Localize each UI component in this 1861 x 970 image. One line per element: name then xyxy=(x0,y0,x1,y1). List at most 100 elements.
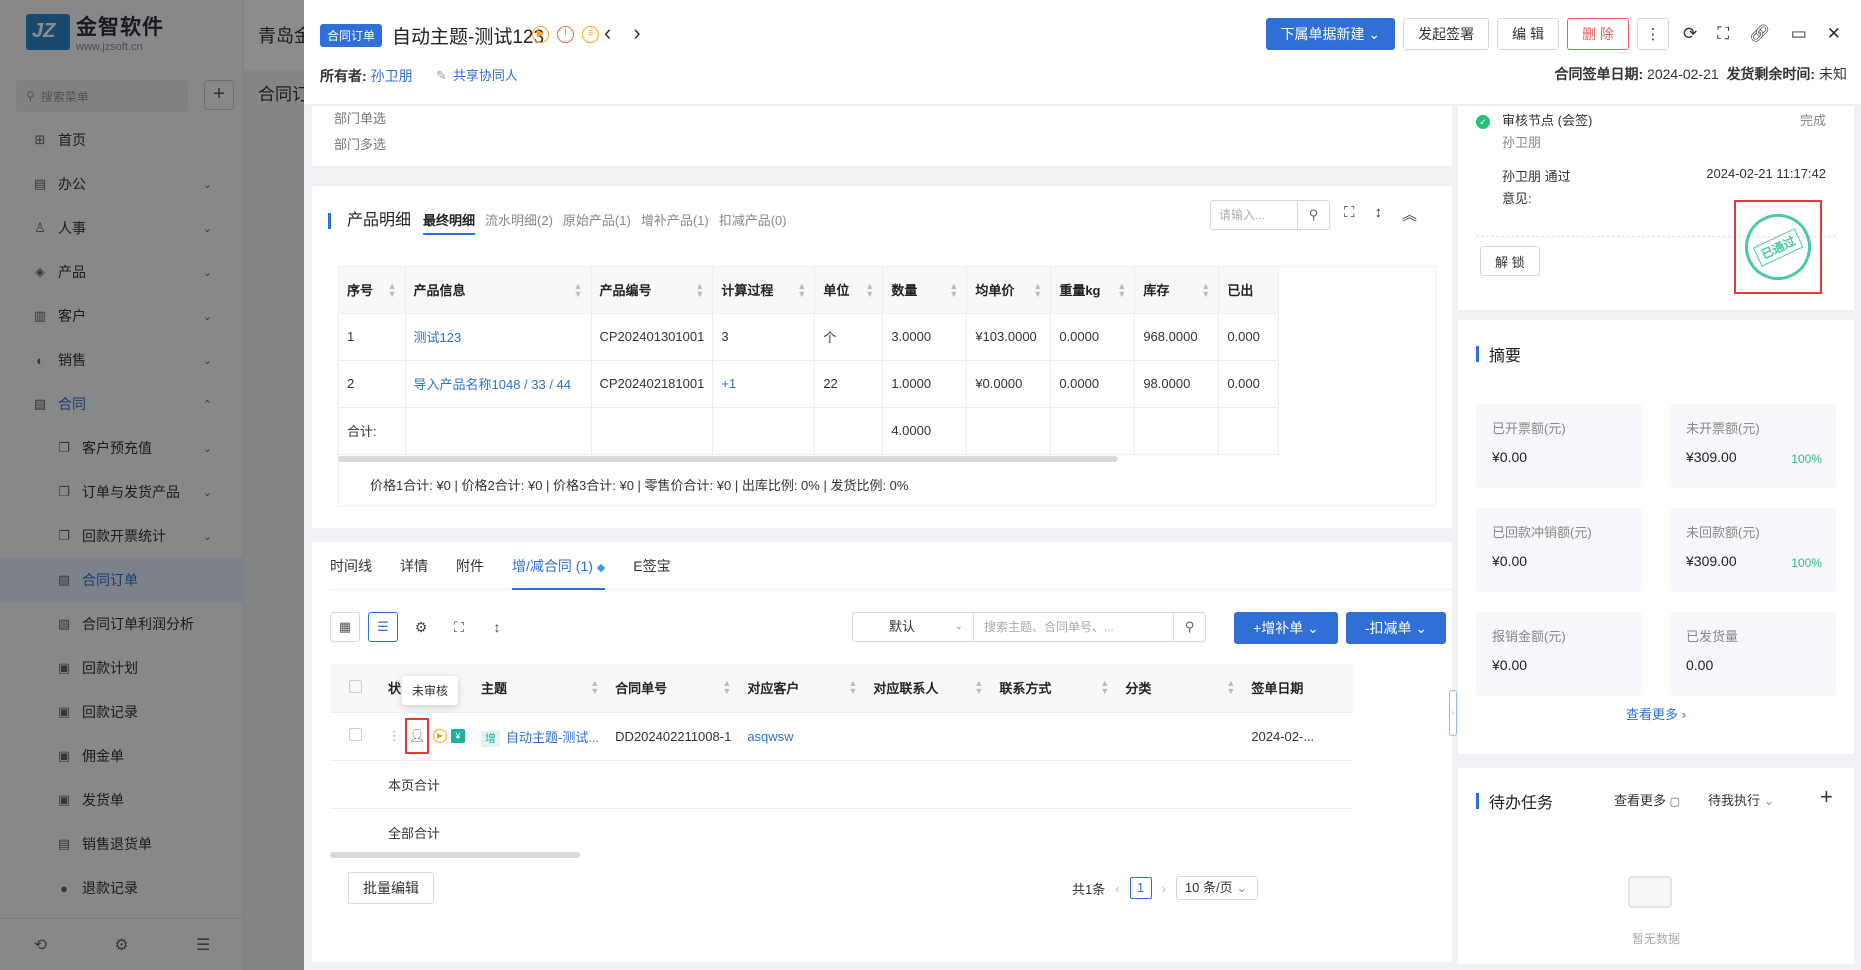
column-header[interactable]: 签单日期 xyxy=(1243,664,1354,713)
tab-original-products[interactable]: 原始产品(1) xyxy=(563,210,631,229)
prev-record-icon[interactable]: ‹ xyxy=(604,20,611,46)
column-header[interactable]: 产品编号 ▲ ▼ xyxy=(591,267,714,314)
settings-icon[interactable]: ⚙ xyxy=(406,619,436,636)
horizontal-scrollbar[interactable] xyxy=(330,852,580,858)
sort-icon[interactable]: ▲ ▼ xyxy=(590,679,599,696)
column-header[interactable]: 均单价 ▲ ▼ xyxy=(966,267,1052,314)
fullscreen-icon[interactable]: ⛶ xyxy=(1711,18,1736,50)
column-header[interactable]: 分类 ▲ ▼ xyxy=(1117,664,1244,713)
summary-more-link[interactable]: 查看更多 › xyxy=(1458,704,1854,723)
prev-page-icon[interactable]: ‹ xyxy=(1115,881,1119,896)
add-deduction-button[interactable]: -扣减单 ⌄ xyxy=(1346,612,1446,644)
column-header[interactable]: 主题 ▲ ▼ xyxy=(473,664,608,713)
row-height-icon[interactable]: ↕ xyxy=(482,619,512,635)
search-icon[interactable]: ⚲ xyxy=(1174,612,1206,642)
tab-esign[interactable]: E签宝 xyxy=(633,542,670,590)
contract-search-input[interactable]: 搜索主题、合同单号、... xyxy=(974,612,1174,642)
customer-link[interactable]: asqwsw xyxy=(739,712,866,761)
fullscreen-icon[interactable]: ⛶ xyxy=(1344,204,1355,225)
column-header[interactable]: 对应联系人 ▲ ▼ xyxy=(865,664,992,713)
table-row[interactable]: 2 导入产品名称1048 / 33 / 44 CP202402181001 +1… xyxy=(339,360,1280,408)
subject-link[interactable]: 自动主题-测试... xyxy=(506,730,599,745)
edit-button[interactable]: 编 辑 xyxy=(1497,18,1560,50)
column-header[interactable]: 单位 ▲ ▼ xyxy=(814,267,884,314)
sort-icon[interactable]: ▲ ▼ xyxy=(974,679,983,696)
pending-review-icon[interactable]: 👤︎ xyxy=(405,718,429,754)
column-header[interactable]: 产品信息 ▲ ▼ xyxy=(405,267,592,314)
todo-filter-select[interactable]: 待我执行 ⌄ xyxy=(1708,790,1775,809)
list-view-icon[interactable]: ☰ xyxy=(368,612,398,642)
table-row[interactable]: ⋮ 👤︎ ▶ ¥ 增自动主题-测试... DD202402211008-1 as… xyxy=(330,712,1354,761)
monitor-icon[interactable]: ▭ xyxy=(1784,18,1813,50)
calc-process-link[interactable]: +1 xyxy=(712,360,816,408)
table-row[interactable]: 1 测试123 CP202401301001 3 个 3.0000 ¥103.0… xyxy=(339,313,1280,361)
owner-link[interactable]: 孙卫朋 xyxy=(371,68,413,84)
add-todo-icon[interactable]: + xyxy=(1820,784,1833,810)
row-checkbox[interactable] xyxy=(330,712,380,761)
sort-icon[interactable]: ▲ ▼ xyxy=(1201,282,1210,299)
tab-flow-detail[interactable]: 流水明细(2) xyxy=(485,210,553,229)
sort-icon[interactable]: ▲ ▼ xyxy=(865,282,874,299)
column-header[interactable]: 对应客户 ▲ ▼ xyxy=(739,664,866,713)
delete-button[interactable]: 删 除 xyxy=(1567,18,1629,50)
sort-icon[interactable]: ▲ ▼ xyxy=(848,679,857,696)
next-page-icon[interactable]: › xyxy=(1162,881,1166,896)
tab-added-products[interactable]: 增补产品(1) xyxy=(641,210,709,229)
card-view-icon[interactable]: ▦ xyxy=(330,612,360,642)
column-header[interactable]: 数量 ▲ ▼ xyxy=(882,267,968,314)
column-header[interactable]: 已出 xyxy=(1218,267,1280,314)
page-size-select[interactable]: 10 条/页 ⌄ xyxy=(1175,876,1258,900)
column-header[interactable]: 计算过程 ▲ ▼ xyxy=(712,267,816,314)
fullscreen-icon[interactable]: ⛶ xyxy=(444,619,474,636)
tab-attachments[interactable]: 附件 xyxy=(456,542,484,590)
horizontal-scrollbar[interactable] xyxy=(338,456,1118,462)
start-sign-button[interactable]: 发起签署 xyxy=(1403,18,1490,50)
sort-icon[interactable]: ▲ ▼ xyxy=(949,282,958,299)
sort-icon[interactable]: ▲ ▼ xyxy=(1226,679,1235,696)
add-supplement-button[interactable]: +增补单 ⌄ xyxy=(1234,612,1338,644)
product-search-input[interactable]: 请输入... xyxy=(1210,200,1298,230)
sort-icon[interactable]: ▲ ▼ xyxy=(574,282,583,299)
summary-card: 摘要 已开票额(元) ¥0.00 未开票额(元) ¥309.00 100% 已回款冲销… xyxy=(1458,320,1854,754)
column-header[interactable]: 库存 ▲ ▼ xyxy=(1134,267,1220,314)
sort-icon[interactable]: ▲ ▼ xyxy=(1100,679,1109,696)
cell xyxy=(1117,712,1244,761)
next-record-icon[interactable]: › xyxy=(633,20,640,46)
tab-final-detail[interactable]: 最终明细 xyxy=(423,210,476,235)
sort-icon[interactable]: ▲ ▼ xyxy=(695,282,704,299)
sort-icon[interactable]: ▲ ▼ xyxy=(388,282,397,299)
tab-amend-contracts[interactable]: 增/减合同 (1) ◆ xyxy=(512,542,606,590)
approval-node: ✓ 审核节点 (会签) xyxy=(1476,110,1592,129)
search-icon[interactable]: ⚲ xyxy=(1298,200,1330,230)
refresh-icon[interactable]: ⟳ xyxy=(1676,18,1704,50)
drag-handle-icon[interactable]: ⋮ xyxy=(388,728,401,744)
select-all-checkbox[interactable] xyxy=(330,664,380,713)
sort-icon[interactable]: ▲ ▼ xyxy=(1117,282,1126,299)
column-header[interactable]: 重量kg ▲ ▼ xyxy=(1050,267,1136,314)
tab-timeline[interactable]: 时间线 xyxy=(330,542,372,590)
collapse-up-icon[interactable]: ︽ xyxy=(1402,204,1417,225)
tab-details[interactable]: 详情 xyxy=(400,542,428,590)
row-height-icon[interactable]: ↕ xyxy=(1375,204,1383,225)
close-icon[interactable]: ✕ xyxy=(1820,18,1847,50)
tab-deducted-products[interactable]: 扣减产品(0) xyxy=(719,210,787,229)
sort-icon[interactable]: ▲ ▼ xyxy=(1033,282,1042,299)
share-collaborators-link[interactable]: ✎ 共享协同人 xyxy=(436,65,518,84)
column-header[interactable]: 合同单号 ▲ ▼ xyxy=(607,664,740,713)
subject-cell[interactable]: 增自动主题-测试... xyxy=(473,712,608,761)
product-link[interactable]: 测试123 xyxy=(405,313,592,361)
unlock-button[interactable]: 解 锁 xyxy=(1480,246,1540,276)
sort-icon[interactable]: ▲ ▼ xyxy=(722,679,731,696)
column-header[interactable]: 联系方式 ▲ ▼ xyxy=(991,664,1118,713)
new-child-doc-button[interactable]: 下属单据新建 ⌄ xyxy=(1265,18,1396,50)
column-header[interactable]: 序号 ▲ ▼ xyxy=(339,267,406,314)
batch-edit-button[interactable]: 批量编辑 xyxy=(348,872,434,904)
page-number[interactable]: 1 xyxy=(1129,877,1152,899)
sort-icon[interactable]: ▲ ▼ xyxy=(797,282,806,299)
view-select[interactable]: 默认 ⌄ xyxy=(852,612,974,642)
todo-more-link[interactable]: 查看更多 ▢ xyxy=(1614,790,1680,809)
collapse-panel-handle[interactable]: › xyxy=(1449,690,1457,736)
product-link[interactable]: 导入产品名称1048 / 33 / 44 xyxy=(405,360,592,408)
link-icon[interactable]: 🔗︎ xyxy=(1743,18,1777,50)
more-options-icon[interactable]: ⋮ xyxy=(1636,18,1669,50)
